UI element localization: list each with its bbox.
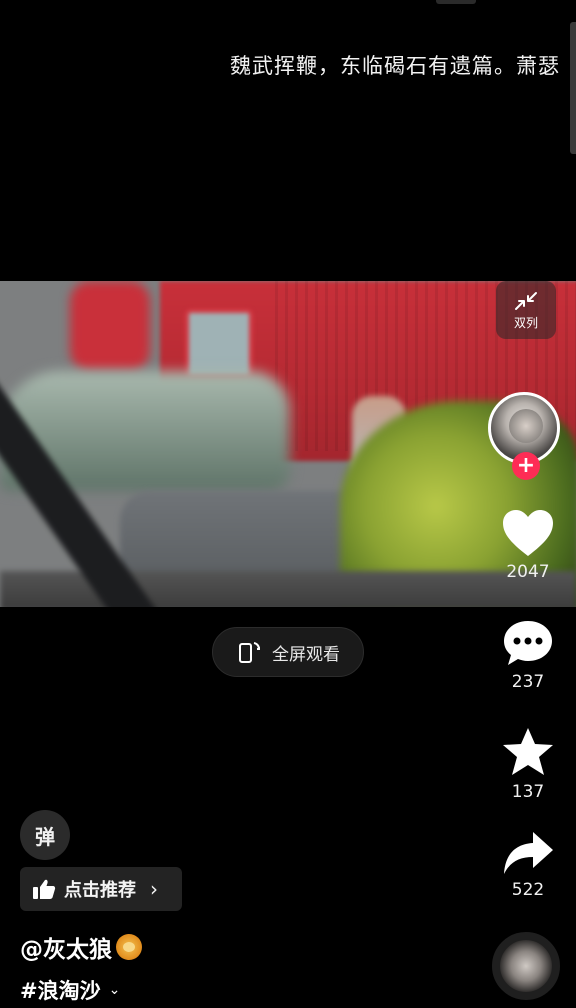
recommend-label: 点击推荐 — [64, 880, 136, 901]
danmu-label: 弹 — [35, 824, 55, 849]
favorite-count: 137 — [511, 782, 545, 802]
fullscreen-label: 全屏观看 — [272, 644, 340, 665]
edge-scroll-handle[interactable] — [570, 22, 576, 154]
comment-button[interactable]: 237 — [490, 618, 566, 692]
thumbs-up-icon — [33, 879, 56, 899]
double-column-label: 双列 — [513, 315, 538, 330]
chevron-right-icon: › — [150, 877, 158, 901]
hashtag-link[interactable]: #浪淘沙 ⌄ — [20, 975, 120, 1005]
chevron-down-icon[interactable]: ⌄ — [109, 982, 121, 998]
share-arrow-icon — [504, 832, 553, 874]
like-button[interactable]: 2047 — [490, 508, 566, 582]
double-column-button[interactable]: 双列 — [496, 281, 556, 339]
recommend-button[interactable]: 点击推荐 › — [20, 867, 182, 911]
share-count: 522 — [511, 880, 545, 900]
video-scene-cab — [185, 309, 253, 379]
favorite-button[interactable]: 137 — [490, 726, 566, 802]
fullscreen-button[interactable]: 全屏观看 — [212, 627, 364, 677]
share-button[interactable]: 522 — [490, 830, 566, 900]
rotate-phone-icon — [239, 642, 261, 663]
heart-icon — [503, 510, 553, 556]
comment-bubble-icon — [504, 621, 552, 665]
author-avatar-button[interactable]: + — [488, 392, 564, 480]
follow-plus-button[interactable]: + — [512, 452, 540, 480]
video-scene-flag — [70, 281, 150, 371]
lyrics-ticker: 魏武挥鞭，东临碣石有遗篇。萧瑟 — [230, 54, 560, 78]
danmu-toggle-button[interactable]: 弹 — [20, 810, 70, 860]
collapse-arrows-icon — [515, 291, 537, 310]
author-name: @灰太狼 — [20, 937, 112, 963]
music-disc-icon[interactable] — [492, 932, 560, 1000]
like-count: 2047 — [506, 562, 550, 582]
comment-count: 237 — [511, 672, 545, 692]
author-name-link[interactable]: @灰太狼 — [20, 930, 142, 964]
lion-emoji-icon — [116, 934, 142, 960]
star-icon — [503, 728, 553, 775]
hashtag-text: #浪淘沙 — [20, 979, 101, 1003]
top-status-tab — [436, 0, 476, 4]
